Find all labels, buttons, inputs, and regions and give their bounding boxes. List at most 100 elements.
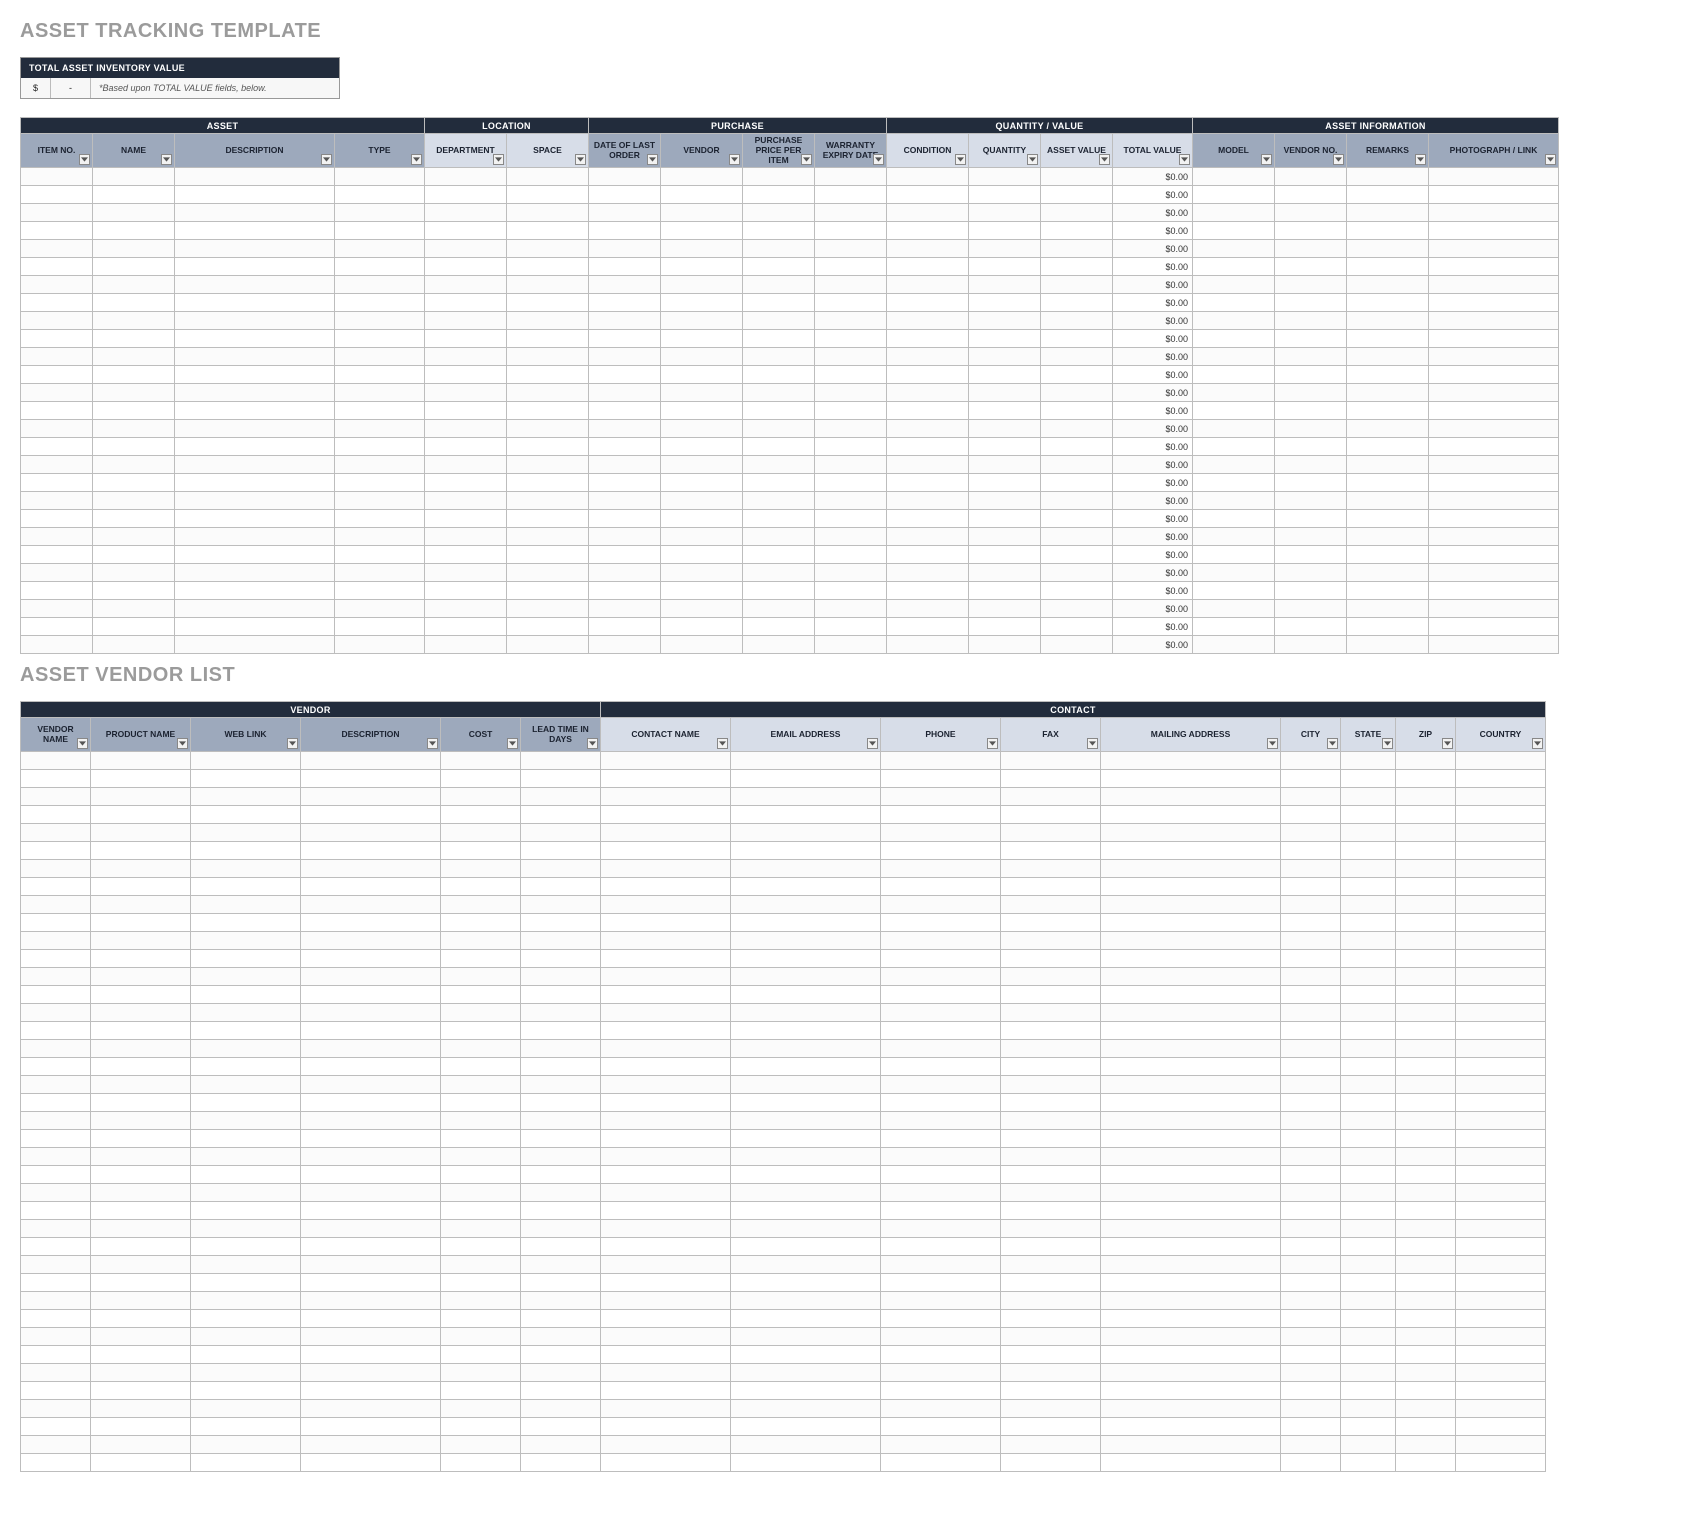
table-cell[interactable] — [1347, 312, 1429, 330]
table-cell[interactable] — [1429, 240, 1559, 258]
filter-dropdown-icon[interactable] — [867, 738, 878, 749]
table-cell[interactable] — [881, 1274, 1001, 1292]
table-cell[interactable] — [1396, 1076, 1456, 1094]
table-cell[interactable] — [1456, 1112, 1546, 1130]
table-cell[interactable] — [21, 1274, 91, 1292]
table-cell[interactable] — [1281, 806, 1341, 824]
table-cell[interactable] — [91, 986, 191, 1004]
filter-dropdown-icon[interactable] — [801, 154, 812, 165]
table-cell[interactable] — [301, 1004, 441, 1022]
table-cell[interactable] — [1193, 546, 1275, 564]
table-cell[interactable] — [521, 932, 601, 950]
table-cell[interactable] — [1041, 546, 1113, 564]
table-cell[interactable] — [1041, 402, 1113, 420]
table-cell[interactable] — [91, 752, 191, 770]
table-cell[interactable] — [1341, 1274, 1396, 1292]
table-cell[interactable] — [1456, 1040, 1546, 1058]
table-cell[interactable] — [1456, 1310, 1546, 1328]
table-cell[interactable] — [731, 1400, 881, 1418]
table-cell[interactable] — [1101, 842, 1281, 860]
table-cell[interactable] — [191, 1238, 301, 1256]
table-cell[interactable] — [1281, 1220, 1341, 1238]
table-cell[interactable] — [815, 348, 887, 366]
table-cell[interactable]: $0.00 — [1113, 258, 1193, 276]
table-cell[interactable] — [1347, 546, 1429, 564]
table-cell[interactable] — [743, 546, 815, 564]
table-cell[interactable] — [887, 582, 969, 600]
table-cell[interactable] — [1001, 1220, 1101, 1238]
table-cell[interactable] — [731, 1220, 881, 1238]
table-cell[interactable] — [191, 1148, 301, 1166]
table-cell[interactable] — [425, 546, 507, 564]
filter-dropdown-icon[interactable] — [1333, 154, 1344, 165]
table-cell[interactable] — [1341, 1346, 1396, 1364]
table-cell[interactable] — [175, 222, 335, 240]
table-cell[interactable] — [507, 618, 589, 636]
table-cell[interactable] — [743, 510, 815, 528]
table-cell[interactable] — [969, 618, 1041, 636]
table-cell[interactable] — [1275, 420, 1347, 438]
table-cell[interactable] — [175, 402, 335, 420]
table-cell[interactable] — [1429, 456, 1559, 474]
table-cell[interactable] — [335, 564, 425, 582]
table-cell[interactable] — [881, 1040, 1001, 1058]
table-cell[interactable] — [1001, 914, 1101, 932]
table-cell[interactable] — [93, 510, 175, 528]
table-cell[interactable] — [521, 1436, 601, 1454]
table-cell[interactable] — [175, 186, 335, 204]
table-cell[interactable] — [1001, 1418, 1101, 1436]
table-cell[interactable] — [191, 1310, 301, 1328]
table-cell[interactable]: $0.00 — [1113, 348, 1193, 366]
table-cell[interactable] — [191, 1346, 301, 1364]
table-cell[interactable] — [815, 546, 887, 564]
table-cell[interactable] — [1396, 1256, 1456, 1274]
table-cell[interactable] — [1396, 860, 1456, 878]
table-cell[interactable] — [743, 294, 815, 312]
table-cell[interactable] — [1275, 168, 1347, 186]
table-cell[interactable] — [601, 1256, 731, 1274]
table-cell[interactable] — [1347, 258, 1429, 276]
table-cell[interactable] — [661, 636, 743, 654]
table-cell[interactable] — [521, 1184, 601, 1202]
table-cell[interactable] — [601, 1310, 731, 1328]
table-cell[interactable] — [191, 1166, 301, 1184]
table-cell[interactable] — [815, 330, 887, 348]
table-cell[interactable] — [91, 1112, 191, 1130]
table-cell[interactable] — [91, 968, 191, 986]
column-header-cell[interactable]: CITY — [1281, 718, 1341, 752]
table-cell[interactable] — [589, 582, 661, 600]
table-cell[interactable] — [743, 456, 815, 474]
table-cell[interactable] — [1281, 1184, 1341, 1202]
table-cell[interactable] — [881, 842, 1001, 860]
table-cell[interactable] — [21, 1220, 91, 1238]
table-cell[interactable] — [881, 752, 1001, 770]
table-cell[interactable] — [661, 258, 743, 276]
table-cell[interactable] — [1101, 878, 1281, 896]
table-cell[interactable] — [441, 1184, 521, 1202]
table-cell[interactable] — [1396, 1040, 1456, 1058]
table-cell[interactable] — [191, 968, 301, 986]
table-cell[interactable] — [21, 1328, 91, 1346]
table-cell[interactable] — [589, 294, 661, 312]
table-cell[interactable] — [731, 1040, 881, 1058]
table-cell[interactable] — [175, 420, 335, 438]
table-cell[interactable] — [441, 1436, 521, 1454]
table-cell[interactable] — [1341, 806, 1396, 824]
table-cell[interactable] — [93, 528, 175, 546]
table-cell[interactable] — [21, 510, 93, 528]
table-cell[interactable] — [1281, 842, 1341, 860]
table-cell[interactable] — [1041, 330, 1113, 348]
table-cell[interactable] — [441, 1454, 521, 1472]
table-cell[interactable] — [21, 438, 93, 456]
table-cell[interactable] — [91, 1220, 191, 1238]
table-cell[interactable] — [731, 1076, 881, 1094]
table-cell[interactable] — [1041, 492, 1113, 510]
table-cell[interactable] — [301, 986, 441, 1004]
table-cell[interactable] — [881, 770, 1001, 788]
table-cell[interactable] — [441, 896, 521, 914]
table-cell[interactable] — [881, 860, 1001, 878]
table-cell[interactable] — [21, 348, 93, 366]
table-cell[interactable]: $0.00 — [1113, 456, 1193, 474]
table-cell[interactable] — [521, 1076, 601, 1094]
table-cell[interactable] — [881, 806, 1001, 824]
